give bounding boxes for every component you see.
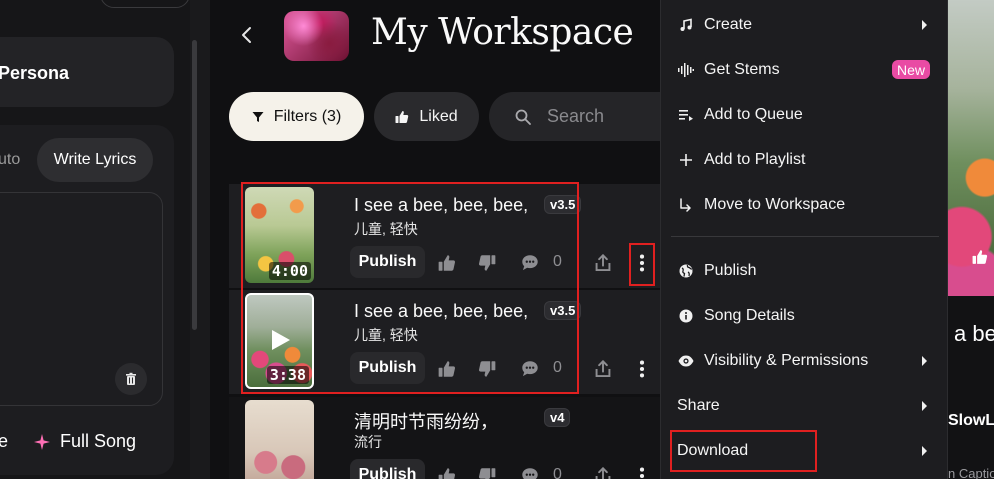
new-badge: New — [892, 60, 931, 79]
left-scrollbar[interactable] — [190, 0, 210, 479]
workspace-cover-image — [284, 11, 349, 61]
menu-item-add-to-playlist[interactable]: Add to Playlist — [661, 137, 949, 182]
more-options-icon[interactable] — [633, 467, 651, 479]
left-bottom-text[interactable]: e — [0, 431, 8, 452]
filters-button[interactable]: Filters (3) — [229, 92, 364, 141]
version-badge: v4 — [544, 408, 571, 427]
queue-icon — [677, 106, 695, 124]
menu-item-label: Create — [704, 15, 753, 33]
globe-icon — [677, 262, 695, 280]
publish-button[interactable]: Publish — [350, 459, 425, 479]
share-icon[interactable] — [594, 254, 612, 272]
liked-button[interactable]: Liked — [374, 92, 479, 141]
eye-icon — [677, 352, 695, 370]
plus-icon — [677, 151, 695, 169]
chevron-right-icon — [922, 445, 927, 456]
move-arrow-icon — [677, 196, 695, 214]
menu-item-get-stems[interactable]: Get Stems New — [661, 47, 949, 92]
menu-item-song-details[interactable]: Song Details — [661, 293, 949, 338]
music-note-icon — [677, 16, 695, 34]
highlight-selected-songs — [241, 182, 579, 394]
menu-item-label: Move to Workspace — [704, 195, 846, 213]
chevron-left-icon — [242, 27, 251, 43]
tab-write-lyrics[interactable]: Write Lyrics — [37, 138, 153, 182]
right-panel — [948, 0, 994, 479]
song-cover-image[interactable] — [245, 400, 314, 479]
filters-label: Filters (3) — [273, 107, 342, 125]
top-pill-button[interactable] — [100, 0, 190, 8]
info-icon — [677, 307, 695, 325]
waveform-icon — [677, 61, 695, 79]
share-icon[interactable] — [594, 467, 612, 479]
search-icon — [515, 109, 531, 125]
comment-count: 0 — [553, 466, 562, 479]
highlight-download-item — [670, 430, 817, 472]
chevron-right-icon — [922, 400, 927, 411]
song-title[interactable]: 清明时节雨纷纷， — [354, 408, 498, 434]
comment-icon[interactable] — [521, 467, 539, 479]
menu-item-publish[interactable]: Publish — [661, 248, 949, 293]
share-icon[interactable] — [594, 360, 612, 378]
menu-item-share[interactable]: Share — [661, 383, 949, 428]
song-row[interactable]: 清明时节雨纷纷， v4 流行 Publish 0 — [229, 397, 669, 479]
menu-item-label: Get Stems — [704, 60, 780, 78]
menu-item-label: Song Details — [704, 306, 795, 324]
left-panel: Persona uto Write Lyrics e Full Song — [0, 0, 190, 479]
back-button[interactable] — [236, 24, 258, 46]
full-song-label: Full Song — [60, 431, 137, 451]
menu-item-add-to-queue[interactable]: Add to Queue — [661, 92, 949, 137]
more-options-icon[interactable] — [633, 360, 651, 378]
tab-auto[interactable]: uto — [0, 151, 20, 169]
right-panel-title: a be — [954, 321, 994, 346]
page-title: My Workspace — [371, 12, 634, 53]
menu-item-label: Share — [677, 396, 720, 414]
like-icon[interactable] — [438, 467, 456, 479]
right-panel-caption: n Captio — [948, 466, 994, 479]
filter-icon — [252, 111, 264, 122]
chevron-right-icon — [922, 355, 927, 366]
song-tags[interactable]: 流行 — [354, 432, 382, 452]
clear-lyrics-button[interactable] — [115, 363, 147, 395]
menu-item-label: Add to Queue — [704, 105, 803, 123]
menu-item-create[interactable]: Create — [661, 2, 949, 47]
like-icon[interactable] — [972, 249, 988, 265]
full-song-option[interactable]: Full Song — [34, 431, 136, 452]
chevron-right-icon — [922, 19, 927, 30]
thumbs-up-icon — [395, 110, 409, 123]
menu-item-label: Publish — [704, 261, 757, 279]
search-input[interactable] — [547, 106, 667, 127]
context-menu: Create Get Stems New Add to Queue Add to… — [660, 0, 948, 479]
right-panel-subtitle[interactable]: SlowL — [948, 412, 994, 430]
menu-divider — [671, 236, 939, 237]
menu-item-visibility-permissions[interactable]: Visibility & Permissions — [661, 338, 949, 383]
search-box[interactable] — [489, 92, 689, 141]
liked-label: Liked — [419, 107, 458, 125]
persona-card[interactable]: Persona — [0, 37, 174, 107]
highlight-more-button — [629, 243, 655, 286]
dislike-icon[interactable] — [478, 467, 496, 479]
persona-label: Persona — [0, 63, 70, 83]
sparkle-icon — [34, 433, 50, 450]
trash-icon — [126, 372, 136, 385]
scrollbar-thumb[interactable] — [192, 40, 197, 330]
menu-item-label: Visibility & Permissions — [704, 351, 869, 369]
menu-item-label: Add to Playlist — [704, 150, 806, 168]
menu-item-move-to-workspace[interactable]: Move to Workspace — [661, 182, 949, 227]
